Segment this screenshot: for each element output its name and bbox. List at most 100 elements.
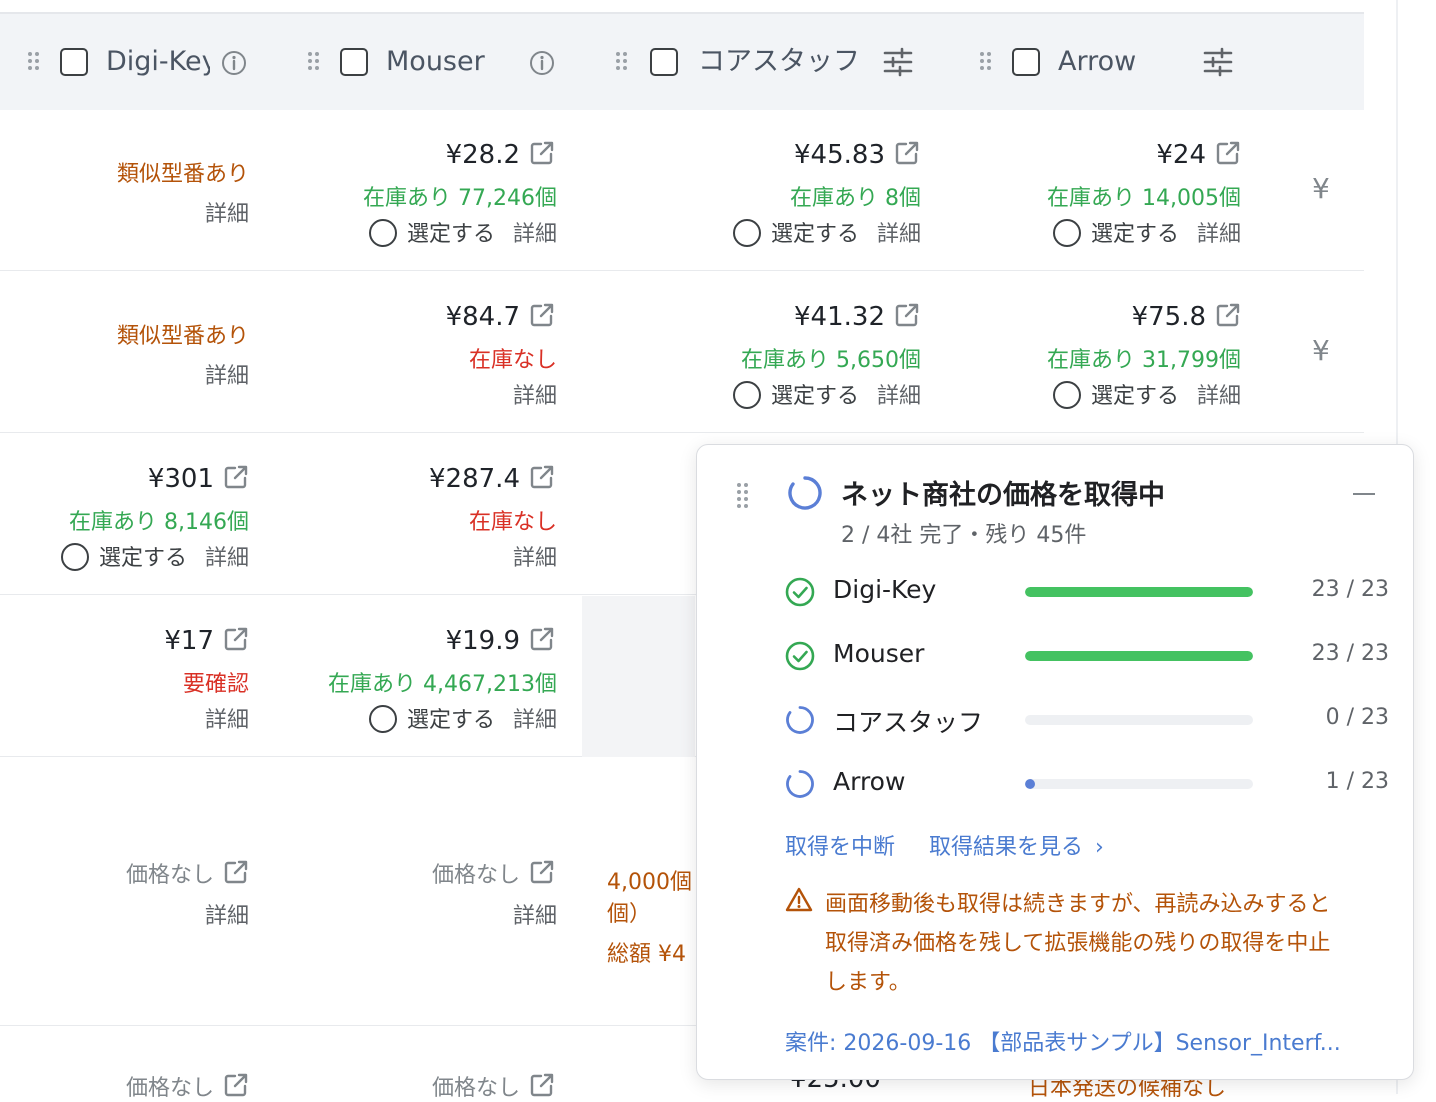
vendor-progress-row: Digi-Key 23 / 23 bbox=[697, 573, 1413, 613]
column-checkbox-digikey[interactable] bbox=[60, 48, 88, 76]
external-link-icon[interactable] bbox=[222, 858, 250, 886]
progress-fill bbox=[1025, 779, 1035, 789]
select-label[interactable]: 選定する bbox=[1091, 384, 1179, 409]
external-link-icon[interactable] bbox=[528, 463, 556, 491]
detail-link[interactable]: 詳細 bbox=[513, 378, 557, 410]
detail-link[interactable]: 詳細 bbox=[877, 384, 921, 409]
select-label[interactable]: 選定する bbox=[99, 546, 187, 571]
price-value: ¥17 bbox=[164, 626, 214, 656]
select-radio[interactable] bbox=[1052, 219, 1081, 247]
no-price-label: 価格なし bbox=[431, 1076, 520, 1101]
select-label[interactable]: 選定する bbox=[407, 708, 495, 733]
price-cell: ¥84.7 bbox=[446, 301, 556, 332]
select-row: 選定する 詳細 bbox=[732, 216, 921, 248]
drag-handle-icon[interactable] bbox=[616, 52, 628, 72]
select-radio[interactable] bbox=[60, 543, 89, 571]
detail-link[interactable]: 詳細 bbox=[877, 222, 921, 247]
external-link-icon[interactable] bbox=[222, 463, 250, 491]
select-label[interactable]: 選定する bbox=[771, 222, 859, 247]
stock-status: 在庫あり 8,146個 bbox=[69, 510, 249, 535]
select-row: 選定する 詳細 bbox=[1052, 378, 1241, 410]
select-label[interactable]: 選定する bbox=[1091, 222, 1179, 247]
stock-status: 在庫あり 31,799個 bbox=[1047, 348, 1241, 373]
warning-icon bbox=[785, 887, 813, 912]
external-link-icon[interactable] bbox=[528, 139, 556, 167]
stock-status: 在庫あり 8個 bbox=[790, 186, 921, 211]
select-radio[interactable] bbox=[1052, 381, 1081, 409]
external-link-icon[interactable] bbox=[893, 301, 921, 329]
price-value: ¥75.8 bbox=[1131, 302, 1206, 332]
external-link-icon[interactable] bbox=[1214, 139, 1242, 167]
info-icon[interactable] bbox=[529, 50, 555, 76]
select-radio[interactable] bbox=[732, 219, 761, 247]
yen-icon[interactable]: ¥ bbox=[1312, 334, 1330, 367]
detail-link[interactable]: 詳細 bbox=[205, 358, 249, 390]
external-link-icon[interactable] bbox=[528, 1071, 556, 1099]
detail-link[interactable]: 詳細 bbox=[1197, 384, 1241, 409]
warning-line: 画面移動後も取得は続きますが、再読み込みすると bbox=[825, 892, 1331, 917]
external-link-icon[interactable] bbox=[893, 139, 921, 167]
info-icon[interactable] bbox=[221, 50, 247, 76]
yen-icon[interactable]: ¥ bbox=[1312, 172, 1330, 205]
price-value: ¥19.9 bbox=[445, 626, 520, 656]
minimize-icon[interactable] bbox=[1353, 493, 1375, 495]
external-link-icon[interactable] bbox=[1214, 301, 1242, 329]
similar-part-status: 類似型番あり bbox=[116, 162, 249, 187]
detail-link[interactable]: 詳細 bbox=[205, 196, 249, 228]
column-header-arrow[interactable]: Arrow bbox=[1058, 46, 1136, 78]
external-link-icon[interactable] bbox=[222, 1071, 250, 1099]
price-value: ¥41.32 bbox=[794, 302, 885, 332]
external-link-icon[interactable] bbox=[222, 625, 250, 653]
select-label[interactable]: 選定する bbox=[407, 222, 495, 247]
detail-link[interactable]: 詳細 bbox=[513, 708, 557, 733]
tune-icon[interactable] bbox=[1203, 47, 1233, 77]
spinner-icon bbox=[786, 706, 814, 734]
view-results-link[interactable]: 取得結果を見る › bbox=[929, 829, 1104, 861]
detail-link[interactable]: 詳細 bbox=[205, 898, 249, 930]
external-link-icon[interactable] bbox=[528, 858, 556, 886]
drag-handle-icon[interactable] bbox=[980, 52, 992, 72]
drag-handle-icon[interactable] bbox=[308, 52, 320, 72]
select-row: 選定する 詳細 bbox=[368, 216, 557, 248]
price-cell: ¥19.9 bbox=[446, 625, 556, 656]
vendor-name: Digi-Key bbox=[833, 575, 937, 604]
price-value: ¥84.7 bbox=[445, 302, 520, 332]
tune-icon[interactable] bbox=[883, 47, 913, 77]
column-checkbox-arrow[interactable] bbox=[1012, 48, 1040, 76]
select-radio[interactable] bbox=[732, 381, 761, 409]
price-fetch-popup: ネット商社の価格を取得中 2 / 4社 完了・残り 45件 Digi-Key 23… bbox=[696, 444, 1414, 1080]
select-radio[interactable] bbox=[368, 219, 397, 247]
column-checkbox-mouser[interactable] bbox=[340, 48, 368, 76]
spinner-icon bbox=[788, 476, 822, 510]
detail-link[interactable]: 詳細 bbox=[205, 546, 249, 571]
vendor-progress-row: Arrow 1 / 23 bbox=[697, 765, 1413, 805]
select-radio[interactable] bbox=[368, 705, 397, 733]
detail-link[interactable]: 詳細 bbox=[513, 540, 557, 572]
no-price-label: 価格なし bbox=[431, 863, 520, 888]
detail-link[interactable]: 詳細 bbox=[205, 702, 249, 734]
vendor-name: Mouser bbox=[833, 639, 925, 668]
column-header-mouser[interactable]: Mouser bbox=[386, 46, 485, 78]
column-header-digikey[interactable]: Digi-Key bbox=[106, 46, 210, 78]
detail-link[interactable]: 詳細 bbox=[513, 898, 557, 930]
vendor-count: 1 / 23 bbox=[1325, 769, 1389, 794]
price-cell: 価格なし bbox=[432, 1070, 556, 1102]
similar-part-status: 類似型番あり bbox=[116, 324, 249, 349]
drag-handle-icon[interactable] bbox=[28, 52, 40, 72]
quantity-note: 4,000個 bbox=[607, 870, 692, 895]
select-label[interactable]: 選定する bbox=[771, 384, 859, 409]
vendor-count: 23 / 23 bbox=[1311, 577, 1389, 602]
price-cell: ¥287.4 bbox=[429, 463, 556, 494]
column-header-corestaff[interactable]: コアスタッフ bbox=[698, 46, 860, 78]
popup-title: ネット商社の価格を取得中 bbox=[841, 480, 1165, 511]
project-link[interactable]: 案件: 2026-09-16 【部品表サンプル】Sensor_Interf... bbox=[785, 1025, 1341, 1057]
external-link-icon[interactable] bbox=[528, 301, 556, 329]
detail-link[interactable]: 詳細 bbox=[1197, 222, 1241, 247]
cancel-fetch-link[interactable]: 取得を中断 bbox=[785, 829, 895, 861]
column-checkbox-corestaff[interactable] bbox=[650, 48, 678, 76]
vendor-name: Arrow bbox=[833, 767, 906, 796]
select-row: 選定する 詳細 bbox=[732, 378, 921, 410]
detail-link[interactable]: 詳細 bbox=[513, 222, 557, 247]
drag-handle-icon[interactable] bbox=[737, 483, 749, 508]
external-link-icon[interactable] bbox=[528, 625, 556, 653]
